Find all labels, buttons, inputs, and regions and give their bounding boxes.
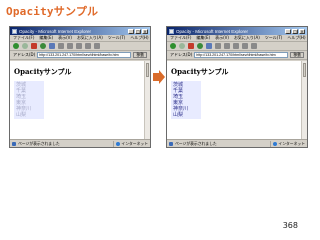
toolbar (167, 42, 307, 51)
menu-bar: ファイル(F) 編集(E) 表示(V) お気に入り(A) ツール(T) ヘルプ(… (10, 35, 150, 42)
search-icon[interactable] (58, 43, 64, 49)
menu-favorites[interactable]: お気に入り(A) (234, 35, 260, 41)
search-icon[interactable] (215, 43, 221, 49)
page-heading: Opacityサンプル (14, 67, 72, 76)
home-icon[interactable] (49, 43, 55, 49)
prefecture-list: 茨城 千葉 埼玉 東京 神奈川 山梨 (14, 81, 44, 119)
home-icon[interactable] (206, 43, 212, 49)
forward-icon[interactable] (22, 43, 28, 49)
right-arrow-icon (153, 70, 165, 84)
browser-window-after: Opacity - Microsoft Internet Explorer _ … (166, 26, 308, 148)
refresh-icon[interactable] (40, 43, 46, 49)
ie-icon (12, 28, 17, 34)
history-icon[interactable] (233, 43, 239, 49)
go-button[interactable]: 移動 (290, 52, 304, 58)
favorites-icon[interactable] (67, 43, 73, 49)
print-icon[interactable] (251, 43, 257, 49)
close-button[interactable]: × (142, 28, 148, 34)
window-title: Opacity - Microsoft Internet Explorer (176, 28, 249, 34)
history-icon[interactable] (76, 43, 82, 49)
page-icon (12, 141, 16, 146)
print-icon[interactable] (94, 43, 100, 49)
menu-bar: ファイル(F) 編集(E) 表示(V) お気に入り(A) ツール(T) ヘルプ(… (167, 35, 307, 42)
ie-icon (169, 28, 174, 34)
status-text: ページが表示されました (18, 140, 60, 146)
vertical-scrollbar[interactable] (144, 61, 150, 139)
menu-help[interactable]: ヘルプ(H) (130, 35, 148, 41)
zone-text: インターネット (278, 140, 305, 146)
toolbar (10, 42, 150, 51)
status-bar: ページが表示されました インターネット (167, 139, 307, 147)
page-content: Opacityサンプル 茨城 千葉 埼玉 東京 神奈川 山梨 (10, 61, 144, 139)
browser-window-before: Opacity - Microsoft Internet Explorer _ … (9, 26, 151, 148)
page-icon (169, 141, 173, 146)
prefecture-list: 茨城 千葉 埼玉 東京 神奈川 山梨 (171, 81, 201, 119)
menu-tools[interactable]: ツール(T) (108, 35, 126, 41)
slide-title: Opacityサンプル (6, 5, 99, 18)
refresh-icon[interactable] (197, 43, 203, 49)
forward-icon[interactable] (179, 43, 185, 49)
minimize-button[interactable]: _ (285, 28, 291, 34)
menu-view[interactable]: 表示(V) (58, 35, 72, 41)
back-icon[interactable] (13, 43, 19, 49)
go-button[interactable]: 移動 (133, 52, 147, 58)
maximize-button[interactable]: □ (292, 28, 298, 34)
page-heading: Opacityサンプル (171, 67, 229, 76)
title-bar[interactable]: Opacity - Microsoft Internet Explorer _ … (10, 27, 150, 35)
favorites-icon[interactable] (224, 43, 230, 49)
close-button[interactable]: × (299, 28, 305, 34)
address-input[interactable]: http://133.201.247.170/html/sev/dhtml/ba… (37, 52, 132, 58)
address-label: アドレス(D) (13, 52, 36, 57)
zone-text: インターネット (121, 140, 148, 146)
window-title: Opacity - Microsoft Internet Explorer (19, 28, 92, 34)
stop-icon[interactable] (188, 43, 194, 49)
menu-edit[interactable]: 編集(E) (39, 35, 53, 41)
list-item: 山梨 (16, 112, 27, 118)
vertical-scrollbar[interactable] (301, 61, 307, 139)
menu-help[interactable]: ヘルプ(H) (287, 35, 305, 41)
address-bar: アドレス(D) http://133.201.247.170/html/sev/… (167, 51, 307, 60)
status-text: ページが表示されました (175, 140, 217, 146)
menu-file[interactable]: ファイル(F) (170, 35, 191, 41)
list-item: 山梨 (173, 112, 184, 118)
menu-favorites[interactable]: お気に入り(A) (77, 35, 103, 41)
address-bar: アドレス(D) http://133.201.247.170/html/sev/… (10, 51, 150, 60)
maximize-button[interactable]: □ (135, 28, 141, 34)
status-bar: ページが表示されました インターネット (10, 139, 150, 147)
mail-icon[interactable] (85, 43, 91, 49)
globe-icon (273, 141, 278, 146)
address-label: アドレス(D) (170, 52, 193, 57)
menu-tools[interactable]: ツール(T) (265, 35, 283, 41)
title-bar[interactable]: Opacity - Microsoft Internet Explorer _ … (167, 27, 307, 35)
back-icon[interactable] (170, 43, 176, 49)
menu-edit[interactable]: 編集(E) (196, 35, 210, 41)
minimize-button[interactable]: _ (128, 28, 134, 34)
scrollbar-thumb[interactable] (303, 63, 306, 77)
menu-file[interactable]: ファイル(F) (13, 35, 34, 41)
stop-icon[interactable] (31, 43, 37, 49)
page-number: 368 (282, 221, 298, 230)
scrollbar-thumb[interactable] (146, 63, 149, 77)
mail-icon[interactable] (242, 43, 248, 49)
page-content: Opacityサンプル 茨城 千葉 埼玉 東京 神奈川 山梨 (167, 61, 301, 139)
address-input[interactable]: http://133.201.247.170/html/sev/dhtml/ba… (194, 52, 289, 58)
menu-view[interactable]: 表示(V) (215, 35, 229, 41)
globe-icon (116, 141, 121, 146)
